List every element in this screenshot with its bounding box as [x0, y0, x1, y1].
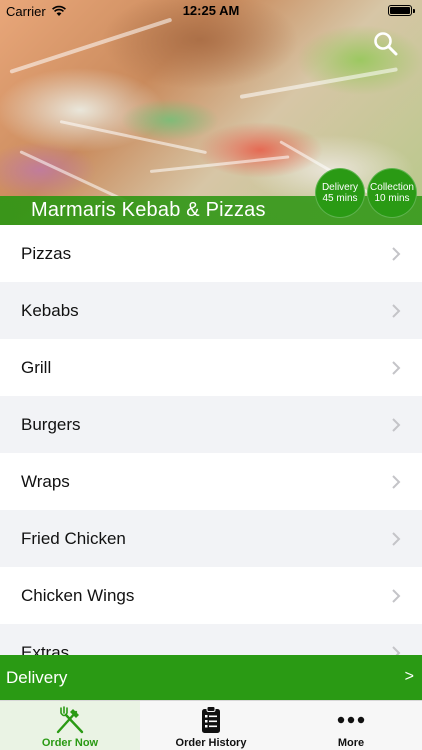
category-label: Pizzas [21, 244, 72, 263]
category-row-pizzas[interactable]: Pizzas [0, 225, 422, 282]
category-row-fried-chicken[interactable]: Fried Chicken [0, 510, 422, 567]
menu-category-list: Pizzas Kebabs Grill Burgers Wraps Fried … [0, 225, 422, 655]
status-time: 12:25 AM [182, 3, 240, 18]
tab-bar: Order Now Order History More [0, 700, 422, 750]
chevron-right-icon [392, 247, 401, 261]
collection-badge-label: Collection [370, 182, 414, 193]
delivery-arrow-icon: > [404, 668, 414, 685]
category-row-chicken-wings[interactable]: Chicken Wings [0, 567, 422, 624]
category-label: Kebabs [21, 301, 79, 320]
chevron-right-icon [392, 361, 401, 375]
chevron-right-icon [392, 304, 401, 318]
category-row-extras[interactable]: Extras [0, 624, 422, 655]
search-icon[interactable] [372, 30, 400, 58]
category-row-kebabs[interactable]: Kebabs [0, 282, 422, 339]
tab-order-now[interactable]: Order Now [0, 701, 140, 750]
tab-order-history[interactable]: Order History [141, 701, 281, 750]
delivery-time-badge: Delivery 45 mins [315, 168, 365, 218]
chevron-right-icon [392, 646, 401, 655]
battery-icon [388, 5, 415, 16]
chevron-right-icon [392, 475, 401, 489]
tab-label: More [337, 737, 365, 749]
delivery-badge-time: 45 mins [322, 193, 358, 204]
chevron-right-icon [392, 418, 401, 432]
category-label: Chicken Wings [21, 586, 135, 605]
category-label: Burgers [21, 415, 81, 434]
delivery-mode-bar[interactable]: Delivery > [0, 655, 422, 700]
chevron-right-icon [392, 589, 401, 603]
fork-knife-icon [56, 706, 84, 734]
collection-badge-time: 10 mins [374, 193, 410, 204]
status-bar: Carrier 12:25 AM [0, 0, 422, 22]
category-row-burgers[interactable]: Burgers [0, 396, 422, 453]
delivery-mode-label: Delivery [6, 668, 68, 687]
category-label: Wraps [21, 472, 70, 491]
clipboard-list-icon [202, 706, 220, 733]
category-label: Fried Chicken [21, 529, 126, 548]
tab-label: Order Now [41, 737, 99, 749]
tab-label: Order History [175, 737, 247, 749]
tab-more[interactable]: More [281, 701, 421, 750]
chevron-right-icon [392, 532, 401, 546]
hero-banner: Marmaris Kebab & Pizzas Delivery 45 mins… [0, 0, 422, 225]
category-row-wraps[interactable]: Wraps [0, 453, 422, 510]
category-label: Extras [21, 643, 70, 655]
restaurant-name: Marmaris Kebab & Pizzas [31, 199, 266, 221]
more-dots-icon [337, 716, 365, 724]
category-row-grill[interactable]: Grill [0, 339, 422, 396]
delivery-badge-label: Delivery [321, 182, 359, 193]
category-label: Grill [21, 358, 52, 377]
collection-time-badge: Collection 10 mins [367, 168, 417, 218]
